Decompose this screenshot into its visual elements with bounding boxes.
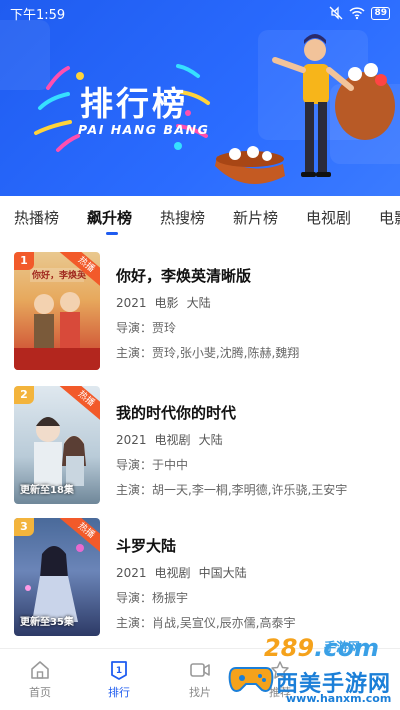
poster-image[interactable]: 更新至18集 2 热播 bbox=[14, 386, 100, 504]
site-watermark: 289.com 手游网 西美手游网 www.hanxm.com bbox=[224, 630, 400, 710]
item-info: 你好，李焕英清晰版 2021 电影 大陆 导演：贾玲 主演：贾玲,张小斐,沈腾,陈赫… bbox=[116, 266, 386, 361]
director-name: 杨振宇 bbox=[152, 591, 189, 605]
tab-movie[interactable]: 电影 bbox=[379, 207, 400, 228]
video-icon bbox=[190, 663, 210, 677]
ranking-icon: 1 bbox=[111, 661, 127, 680]
rank-badge: 3 bbox=[14, 518, 34, 536]
director-name: 贾玲 bbox=[152, 321, 177, 335]
item-title[interactable]: 斗罗大陆 bbox=[116, 536, 386, 556]
item-cast: 主演：肖战,吴宣仪,辰亦儒,高泰宇 bbox=[116, 615, 386, 631]
nav-find[interactable]: 找片 bbox=[170, 659, 230, 700]
poster-image[interactable]: 你好，李焕英 1 热播 bbox=[14, 252, 100, 370]
item-type: 电影 bbox=[154, 296, 179, 310]
list-item[interactable]: 你好，李焕英 1 热播 你好，李焕英清晰版 2021 电影 大陆 导演：贾玲 主演：… bbox=[0, 252, 400, 372]
ranking-tabs: 热播榜 飙升榜 热搜榜 新片榜 电视剧 电影 bbox=[0, 196, 400, 240]
nav-ranking[interactable]: 1 排行 bbox=[89, 659, 149, 700]
item-year: 2021 bbox=[116, 433, 147, 447]
wifi-icon bbox=[349, 7, 365, 20]
list-item[interactable]: 更新至35集 3 热播 斗罗大陆 2021 电视剧 中国大陆 导演：杨振宇 主演：肖… bbox=[0, 518, 400, 638]
item-cast: 主演：贾玲,张小斐,沈腾,陈赫,魏翔 bbox=[116, 345, 386, 361]
banner-title: 排行榜 bbox=[80, 84, 188, 123]
mute-icon bbox=[330, 6, 343, 20]
ranking-banner: 下午1:59 89 排行榜 PAI HANG BANG bbox=[0, 0, 400, 196]
watermark-url: www.hanxm.com bbox=[286, 692, 392, 705]
item-year: 2021 bbox=[116, 296, 147, 310]
tab-hot-search[interactable]: 热搜榜 bbox=[160, 207, 205, 228]
cast-label: 主演： bbox=[116, 483, 153, 497]
status-time: 下午1:59 bbox=[10, 7, 66, 23]
item-region: 大陆 bbox=[186, 296, 211, 310]
poster-image[interactable]: 更新至35集 3 热播 bbox=[14, 518, 100, 636]
item-meta: 2021 电影 大陆 bbox=[116, 295, 386, 311]
item-meta: 2021 电视剧 大陆 bbox=[116, 432, 386, 448]
item-meta: 2021 电视剧 中国大陆 bbox=[116, 565, 386, 581]
item-director: 导演：杨振宇 bbox=[116, 590, 386, 606]
poster-caption: 你好，李焕英 bbox=[32, 271, 87, 281]
svg-text:1: 1 bbox=[116, 666, 122, 676]
nav-home-label: 首页 bbox=[29, 686, 51, 699]
item-type: 电视剧 bbox=[154, 566, 191, 580]
cast-names: 贾玲,张小斐,沈腾,陈赫,魏翔 bbox=[152, 346, 300, 360]
director-name: 于中中 bbox=[152, 458, 189, 472]
item-year: 2021 bbox=[116, 566, 147, 580]
tab-hot-play[interactable]: 热播榜 bbox=[14, 207, 59, 228]
nav-ranking-label: 排行 bbox=[108, 686, 130, 699]
poster-caption: 更新至18集 bbox=[20, 485, 74, 496]
watermark-tag: 手游网 bbox=[324, 640, 361, 654]
tab-tv-series[interactable]: 电视剧 bbox=[306, 207, 351, 228]
item-type: 电视剧 bbox=[154, 433, 191, 447]
item-title[interactable]: 我的时代你的时代 bbox=[116, 403, 386, 423]
rank-badge: 2 bbox=[14, 386, 34, 404]
banner-subtitle: PAI HANG BANG bbox=[78, 122, 210, 137]
item-title[interactable]: 你好，李焕英清晰版 bbox=[116, 266, 386, 286]
status-bar: 下午1:59 89 bbox=[0, 0, 400, 26]
item-region: 中国大陆 bbox=[198, 566, 247, 580]
battery-icon: 89 bbox=[371, 6, 390, 20]
home-icon bbox=[31, 661, 49, 679]
tab-rising[interactable]: 飙升榜 bbox=[87, 207, 132, 228]
gamepad-icon bbox=[228, 667, 274, 692]
director-label: 导演： bbox=[116, 458, 153, 472]
director-label: 导演： bbox=[116, 591, 153, 605]
person-with-bag-illustration bbox=[215, 34, 395, 184]
item-info: 斗罗大陆 2021 电视剧 中国大陆 导演：杨振宇 主演：肖战,吴宣仪,辰亦儒,高泰… bbox=[116, 536, 386, 631]
rank-badge: 1 bbox=[14, 252, 34, 270]
item-director: 导演：贾玲 bbox=[116, 320, 386, 336]
item-info: 我的时代你的时代 2021 电视剧 大陆 导演：于中中 主演：胡一天,李一桐,李明德… bbox=[116, 403, 386, 498]
cast-label: 主演： bbox=[116, 616, 153, 630]
cast-names: 肖战,吴宣仪,辰亦儒,高泰宇 bbox=[152, 616, 296, 630]
cast-names: 胡一天,李一桐,李明德,许乐骁,王安宇 bbox=[152, 483, 348, 497]
item-director: 导演：于中中 bbox=[116, 457, 386, 473]
item-region: 大陆 bbox=[198, 433, 223, 447]
nav-home[interactable]: 首页 bbox=[10, 659, 70, 700]
watermark-brand: 289.com bbox=[264, 634, 379, 662]
director-label: 导演： bbox=[116, 321, 153, 335]
poster-caption: 更新至35集 bbox=[20, 617, 74, 628]
cast-label: 主演： bbox=[116, 346, 153, 360]
active-tab-indicator bbox=[106, 232, 118, 235]
nav-find-label: 找片 bbox=[189, 686, 211, 699]
list-item[interactable]: 更新至18集 2 热播 我的时代你的时代 2021 电视剧 大陆 导演：于中中 主演… bbox=[0, 386, 400, 506]
item-cast: 主演：胡一天,李一桐,李明德,许乐骁,王安宇 bbox=[116, 482, 386, 498]
tab-new-release[interactable]: 新片榜 bbox=[233, 207, 278, 228]
